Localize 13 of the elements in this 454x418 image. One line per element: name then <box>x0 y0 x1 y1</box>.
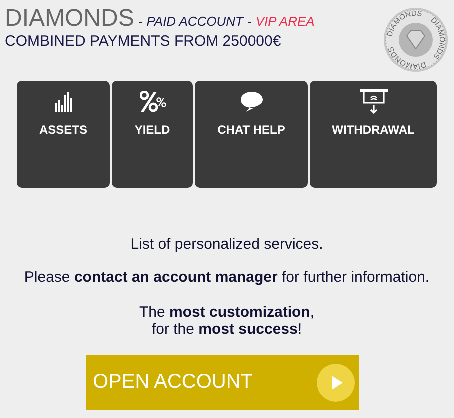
brand-title: DIAMONDS <box>5 5 134 33</box>
account-type: PAID ACCOUNT <box>146 14 244 29</box>
menu-tile[interactable]: YIELD <box>112 81 193 188</box>
area-label: VIP AREA <box>256 14 315 29</box>
menu-tile[interactable]: WITHDRAWAL <box>310 81 437 188</box>
menu-tile[interactable]: CHAT HELP <box>195 81 308 188</box>
separator: - <box>138 14 143 29</box>
menu-tile[interactable]: ASSETS <box>17 81 110 188</box>
intro-text: List of personalized services. <box>130 236 324 253</box>
contact-text: Please contact an account manager for further information. <box>23 269 431 286</box>
separator: - <box>247 14 252 29</box>
subtitle: COMBINED PAYMENTS FROM 250000€ <box>5 33 282 50</box>
slogan-text: The most customization, for the most success! <box>138 304 316 338</box>
